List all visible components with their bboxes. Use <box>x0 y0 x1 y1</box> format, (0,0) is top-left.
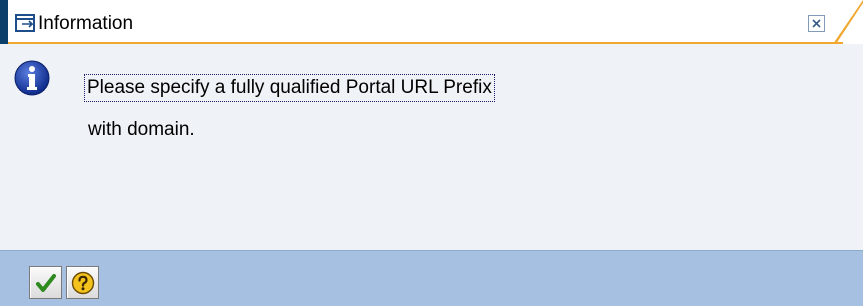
title-bar[interactable]: Information <box>0 0 863 44</box>
close-icon <box>812 19 821 28</box>
information-dialog: Information Please specify a fully quali… <box>0 0 863 306</box>
dialog-title: Information <box>38 13 134 34</box>
button-bar <box>0 250 863 306</box>
help-icon <box>71 271 95 295</box>
info-icon <box>14 60 50 96</box>
title-accent-bar <box>0 0 8 44</box>
title-slant-decoration <box>833 0 863 44</box>
ok-button[interactable] <box>29 266 62 299</box>
close-button[interactable] <box>808 15 825 32</box>
title-underline <box>8 42 843 44</box>
message-line-2: with domain. <box>88 119 195 140</box>
message-line-1: Please specify a fully qualified Portal … <box>84 74 495 102</box>
checkmark-icon <box>36 274 56 292</box>
help-button[interactable] <box>66 266 99 299</box>
window-icon <box>15 14 35 32</box>
